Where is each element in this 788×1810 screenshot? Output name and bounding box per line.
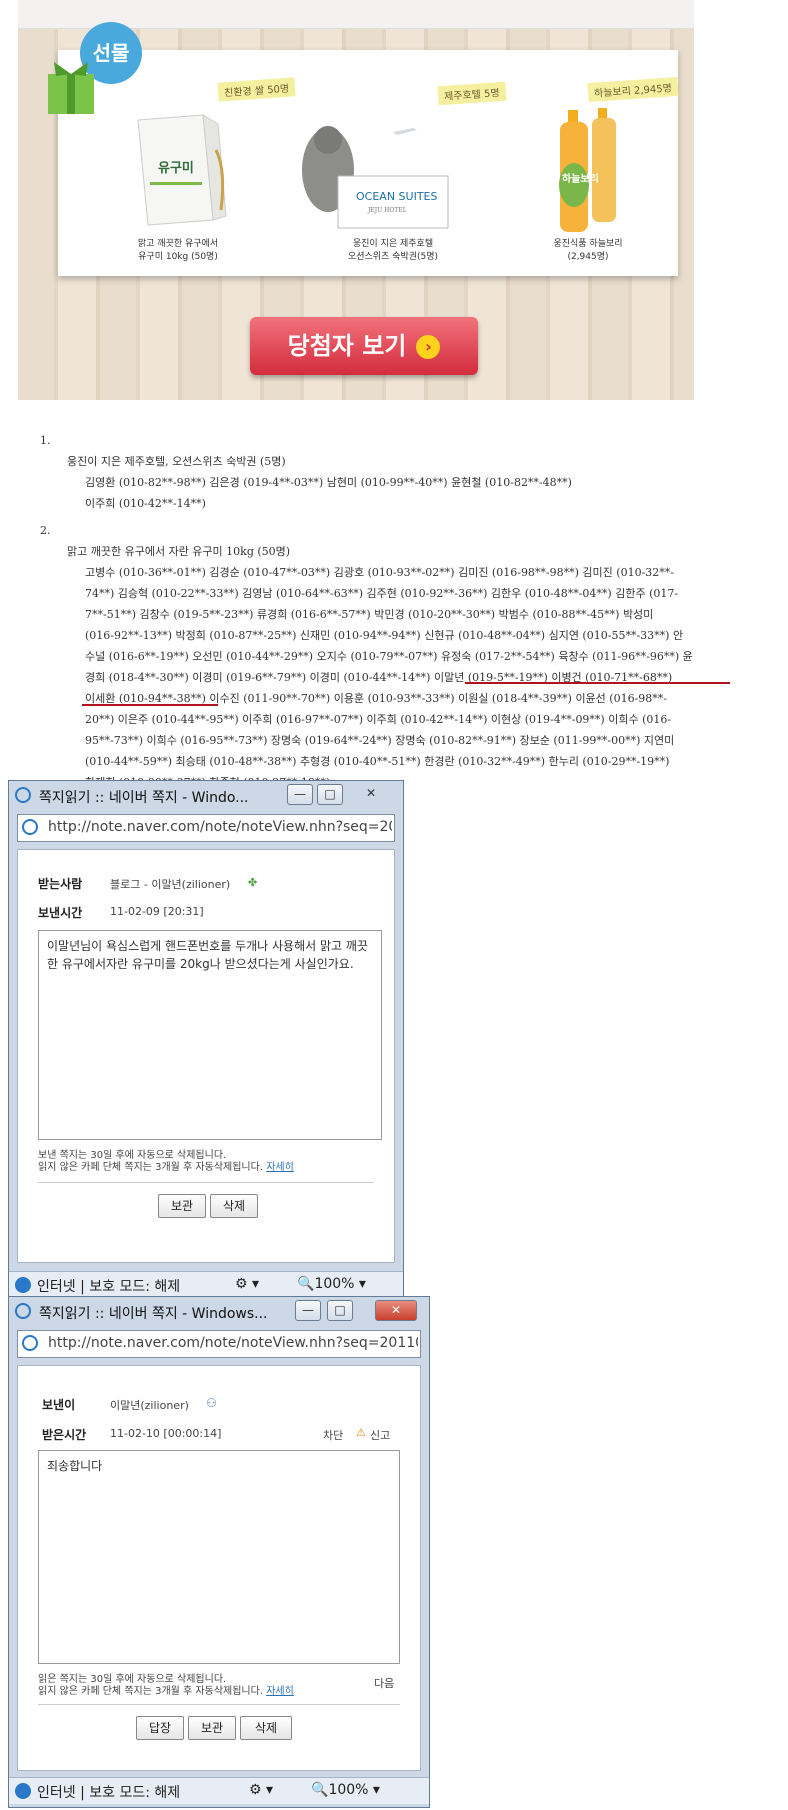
sent-time-label: 보낸시간 (38, 906, 83, 920)
tea-brand: 하늘보리 (562, 172, 599, 185)
detail-link[interactable]: 자세히 (266, 1686, 294, 1697)
hotel-brand: OCEAN SUITES (356, 190, 437, 203)
auto-delete-note: 읽은 쪽지는 30일 후에 자동으로 삭제됩니다. 읽지 않은 카페 단체 쪽지… (38, 1674, 294, 1697)
sender-label: 보낸이 (42, 1398, 76, 1412)
address-bar[interactable]: http://note.naver.com/note/noteView.nhn?… (17, 1330, 421, 1358)
highlight-underline (82, 704, 218, 706)
winner-rows: 고병수 (010-36**-01**) 김경순 (010-47**-03**) … (85, 562, 693, 793)
detail-link[interactable]: 자세히 (266, 1162, 294, 1173)
view-winners-label: 당첨자 보기 (287, 332, 407, 360)
zoom-value: 100% (314, 1276, 355, 1292)
address-url: http://note.naver.com/note/noteView.nhn?… (48, 1335, 418, 1351)
ie-logo-icon (15, 787, 31, 803)
note-window-received: 쪽지읽기 :: 네이버 쪽지 - Windows... — □ ✕ http:/… (8, 1296, 430, 1808)
received-time-value: 11-02-10 [00:00:14] (110, 1427, 222, 1440)
zoom-control[interactable]: 🔍100% ▾ (297, 1276, 366, 1292)
highlight-underline (465, 682, 730, 684)
maximize-button[interactable]: □ (317, 784, 343, 805)
status-bar: 인터넷 | 보호 모드: 해제 ⚙ ▾ 🔍100% ▾ (9, 1271, 403, 1298)
view-winners-button[interactable]: 당첨자 보기 › (250, 317, 478, 375)
minimize-button[interactable]: — (287, 784, 313, 805)
window-title: 쪽지읽기 :: 네이버 쪽지 - Windo... (39, 790, 249, 806)
close-button[interactable]: ✕ (359, 784, 383, 803)
prize-tag: 제주호텔 5명 (437, 81, 507, 106)
friend-add-icon[interactable]: ⚇ (206, 1396, 217, 1410)
security-mode: 인터넷 | 보호 모드: 해제 (37, 1279, 181, 1295)
recipient-value[interactable]: 블로그 - 이말년(zilioner) (110, 876, 230, 892)
status-bar: 인터넷 | 보호 모드: 해제 ⚙ ▾ 🔍100% ▾ (9, 1777, 429, 1804)
received-time-label: 받은시간 (42, 1428, 87, 1442)
rice-bag-icon: 유구미 (137, 114, 227, 226)
winner-line: 고병수 (010-36**-01**) 김경순 (010-47**-03**) … (85, 566, 675, 579)
save-button[interactable]: 보관 (188, 1716, 236, 1740)
winner-line: 수널 (016-6**-19**) 오선민 (010-44**-29**) 오지… (85, 650, 693, 663)
auto-delete-note: 보낸 쪽지는 30일 후에 자동으로 삭제됩니다. 읽지 않은 카페 단체 쪽지… (38, 1150, 294, 1173)
winner-line: 20**) 이은주 (010-44**-95**) 이주희 (016-97**-… (85, 713, 672, 726)
hotel-brand-sub: JEJU HOTEL (367, 207, 407, 214)
report-icon: ⚠ (356, 1426, 366, 1439)
winner-line: 경희 (018-4**-30**) 이경미 (019-6**-79**) 이경미… (85, 671, 673, 684)
prize-caption: 맑고 깨끗한 유구에서 유구미 10kg (50명) (137, 239, 219, 262)
internet-globe-icon (15, 1277, 31, 1293)
rice-brand: 유구미 (158, 160, 194, 176)
zoom-control[interactable]: 🔍100% ▾ (311, 1782, 380, 1798)
clover-icon: ✤ (248, 876, 258, 889)
window-title: 쪽지읽기 :: 네이버 쪽지 - Windows... (39, 1306, 268, 1322)
next-link[interactable]: 다음 (374, 1675, 394, 1691)
winner-line: (016-92**-13**) 박정희 (010-87**-25**) 신재민 … (85, 629, 684, 642)
prize-tag: 하늘보리 2,945명 (587, 76, 679, 103)
minimize-button[interactable]: — (295, 1300, 321, 1321)
delete-button[interactable]: 삭제 (210, 1194, 258, 1218)
gift-banner: 친환경 쌀 50명 유구미 맑고 깨끗한 유구에서 유구미 10kg (50명) … (18, 0, 694, 400)
gift-box-icon (48, 62, 94, 114)
ie-page-icon (22, 1335, 38, 1351)
security-mode: 인터넷 | 보호 모드: 해제 (37, 1785, 181, 1801)
note-content: 받는사람 블로그 - 이말년(zilioner) ✤ 보낸시간 11-02-09… (17, 849, 395, 1263)
prize-heading: 웅진이 지은 제주호텔, 오션스위츠 숙박권 (5명) (67, 455, 286, 468)
hotel-voucher-icon: OCEAN SUITES JEJU HOTEL (302, 126, 449, 229)
sent-time-value: 11-02-09 [20:31] (110, 905, 204, 918)
prize-heading: 맑고 깨끗한 유구에서 자란 유구미 10kg (50명) (67, 545, 291, 558)
recipient-label: 받는사람 (38, 877, 83, 891)
ie-page-icon (22, 819, 38, 835)
security-shield-icon[interactable]: ⚙ ▾ (249, 1782, 273, 1798)
prize-panel: 친환경 쌀 50명 유구미 맑고 깨끗한 유구에서 유구미 10kg (50명) … (58, 50, 679, 276)
note-window-sent: 쪽지읽기 :: 네이버 쪽지 - Windo... — □ ✕ http://n… (8, 780, 404, 1300)
close-button[interactable]: ✕ (375, 1300, 417, 1321)
address-url: http://note.naver.com/note/noteView.nhn?… (48, 819, 392, 835)
internet-globe-icon (15, 1783, 31, 1799)
zoom-value: 100% (328, 1782, 369, 1798)
address-bar[interactable]: http://note.naver.com/note/noteView.nhn?… (17, 814, 395, 842)
winner-line: 김영환 (010-82**-98**) 김은경 (019-4**-03**) 남… (85, 476, 572, 489)
winner-line: 95**-73**) 이희수 (016-95**-73**) 장명숙 (019-… (85, 734, 675, 747)
list-number: 2. (40, 524, 51, 537)
ie-logo-icon (15, 1303, 31, 1319)
reply-button[interactable]: 답장 (136, 1716, 184, 1740)
prize-caption: 웅진이 지은 제주호텔 오션스위츠 숙박권(5명) (347, 239, 439, 262)
message-body[interactable]: 죄송합니다 (38, 1450, 400, 1664)
save-button[interactable]: 보관 (158, 1194, 206, 1218)
maximize-button[interactable]: □ (327, 1300, 353, 1321)
title-bar[interactable]: 쪽지읽기 :: 네이버 쪽지 - Windo... — □ ✕ (9, 781, 403, 809)
delete-button[interactable]: 삭제 (240, 1716, 292, 1740)
winner-line: (010-44**-59**) 최승태 (010-48**-38**) 추형경 … (85, 755, 670, 768)
title-bar[interactable]: 쪽지읽기 :: 네이버 쪽지 - Windows... — □ ✕ (9, 1297, 429, 1325)
list-number: 1. (40, 434, 51, 447)
prize-tag: 친환경 쌀 50명 (217, 77, 296, 102)
block-link[interactable]: 차단 (323, 1427, 343, 1443)
note-content: 보낸이 이말년(zilioner) ⚇ 받은시간 11-02-10 [00:00… (17, 1365, 421, 1771)
winner-line: 74**) 김승혁 (010-22**-33**) 김영남 (010-64**-… (85, 587, 679, 600)
sender-value[interactable]: 이말년(zilioner) (110, 1397, 189, 1413)
security-shield-icon[interactable]: ⚙ ▾ (235, 1276, 259, 1292)
winner-line: 7**-51**) 김창수 (019-5**-23**) 류경희 (016-6*… (85, 608, 654, 621)
arrow-right-icon: › (416, 335, 441, 359)
message-body[interactable]: 이말년님이 욕심스럽게 핸드폰번호를 두개나 사용해서 맑고 깨끗한 유구에서자… (38, 930, 382, 1140)
divider (38, 1704, 400, 1705)
divider (38, 1182, 374, 1183)
prize-caption: 웅진식품 하늘보리 (2,945명) (553, 239, 623, 262)
report-link[interactable]: 신고 (370, 1427, 390, 1443)
barley-tea-bottles-icon: 하늘보리 (559, 108, 616, 232)
winner-line: 이주희 (010-42**-14**) (85, 497, 206, 510)
